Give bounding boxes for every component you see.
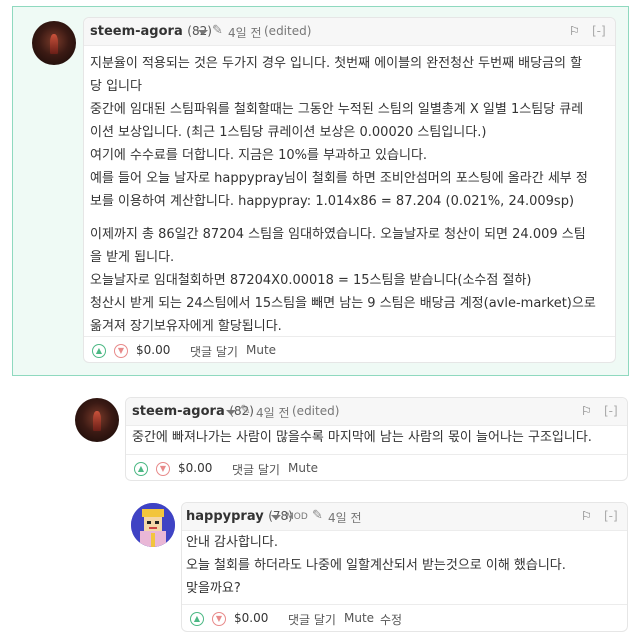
avatar[interactable] [131, 503, 175, 547]
author-name[interactable]: steem-agora (82) [90, 24, 212, 39]
comment-line: 중간에 임대된 스팀파워를 철회할때는 그동안 누적된 스팀의 일별총계 X 일… [90, 102, 584, 117]
reply-button[interactable]: 댓글 달기 [288, 611, 336, 628]
comment-line: 옮겨져 장기보유자에게 할당됩니다. [90, 319, 282, 334]
highlighted-comment-thread: steem-agora (82) ✎ 4일 전 (edited) ⚐ [-] 지… [12, 6, 629, 376]
downvote-icon[interactable]: ▼ [156, 462, 170, 476]
chevron-down-icon[interactable] [271, 515, 281, 520]
avatar[interactable] [75, 398, 119, 442]
comment-footer: ▲ ▼ $0.00 댓글 달기 Mute [126, 454, 627, 482]
comment-card: steem-agora (82) ✎ 4일 전 (edited) ⚐ [-] 지… [83, 17, 616, 363]
upvote-icon[interactable]: ▲ [134, 462, 148, 476]
mod-badge: MOD [286, 512, 308, 522]
collapse-button[interactable]: [-] [604, 509, 618, 523]
chevron-down-icon[interactable] [198, 30, 208, 35]
mute-button[interactable]: Mute [246, 343, 276, 357]
collapse-button[interactable]: [-] [604, 404, 618, 418]
comment-card: happypray (78) MOD ✎ 4일 전 ⚐ [-] 안내 감사합니다… [181, 502, 628, 632]
collapse-button[interactable]: [-] [592, 24, 606, 38]
reply-button[interactable]: 댓글 달기 [190, 343, 238, 360]
edited-label: (edited) [292, 404, 340, 418]
comment-line: 안내 감사합니다. [186, 535, 278, 550]
upvote-icon[interactable]: ▲ [190, 612, 204, 626]
edited-label: (edited) [264, 24, 312, 38]
upvote-icon[interactable]: ▲ [92, 344, 106, 358]
timestamp[interactable]: 4일 전 [328, 509, 362, 526]
avatar[interactable] [32, 21, 76, 65]
chevron-down-icon[interactable] [226, 410, 236, 415]
comment-body: 중간에 빠져나가는 사람이 많을수록 마지막에 남는 사람의 몫이 늘어나는 구… [132, 426, 627, 449]
payout-value[interactable]: $0.00 [178, 461, 212, 475]
comment-header: happypray (78) MOD ✎ 4일 전 ⚐ [-] [182, 503, 627, 531]
comment-line: 오늘날자로 임대철회하면 87204X0.00018 = 15스팀을 받습니다(… [90, 273, 532, 288]
comment-footer: ▲ ▼ $0.00 댓글 달기 Mute [84, 336, 615, 364]
comment-header: steem-agora (82) ✎ 4일 전 (edited) ⚐ [-] [84, 18, 615, 46]
flag-icon[interactable]: ⚐ [569, 24, 580, 38]
comment-line: 맞을까요? [186, 581, 241, 596]
flag-icon[interactable]: ⚐ [581, 509, 592, 523]
timestamp[interactable]: 4일 전 [256, 404, 290, 421]
pencil-icon: ✎ [240, 403, 251, 418]
comment-line: 오늘 철회를 하더라도 나중에 일할계산되서 받는것으로 이해 했습니다. [186, 558, 566, 573]
comment-line: 지분율이 적용되는 것은 두가지 경우 입니다. 첫번째 에이블의 완전청산 두… [90, 56, 583, 71]
comment-header: steem-agora (82) ✎ 4일 전 (edited) ⚐ [-] [126, 398, 627, 426]
downvote-icon[interactable]: ▼ [212, 612, 226, 626]
comment-footer: ▲ ▼ $0.00 댓글 달기 Mute 수정 [182, 604, 627, 632]
pixel-avatar-icon [131, 503, 175, 547]
comment-card: steem-agora (82) ✎ 4일 전 (edited) ⚐ [-] 중… [125, 397, 628, 481]
payout-value[interactable]: $0.00 [234, 611, 268, 625]
comment-line: 당 입니다 [90, 79, 142, 94]
comment-line: 이제까지 총 86일간 87204 스팀을 임대하였습니다. 오늘날자로 청산이… [90, 227, 586, 242]
mute-button[interactable]: Mute [344, 611, 374, 625]
reply-button[interactable]: 댓글 달기 [232, 461, 280, 478]
comment-line: 청산시 받게 되는 24스팀에서 15스팀을 빼면 남는 9 스팀은 배당금 계… [90, 296, 596, 311]
comment-body: 안내 감사합니다. 오늘 철회를 하더라도 나중에 일할계산되서 받는것으로 이… [186, 531, 625, 600]
comment-body: 지분율이 적용되는 것은 두가지 경우 입니다. 첫번째 에이블의 완전청산 두… [90, 52, 615, 338]
comment-line: 이션 보상입니다. (최근 1스팀당 큐레이션 보상은 0.00020 스팀입니… [90, 125, 487, 140]
comment-line: 을 받게 됩니다. [90, 250, 175, 265]
comment-line: 보를 이용하여 계산합니다. happypray: 1.014x86 = 87.… [90, 194, 575, 209]
pencil-icon: ✎ [212, 23, 223, 38]
comment-line: 예를 들어 오늘 날자로 happypray님이 철회를 하면 조비안섬머의 포… [90, 171, 588, 186]
pencil-icon: ✎ [312, 508, 323, 523]
comment-line: 중간에 빠져나가는 사람이 많을수록 마지막에 남는 사람의 몫이 늘어나는 구… [132, 430, 592, 445]
comment-line: 여기에 수수료를 더합니다. 지금은 10%를 부과하고 있습니다. [90, 148, 428, 163]
payout-value[interactable]: $0.00 [136, 343, 170, 357]
edit-button[interactable]: 수정 [380, 611, 402, 628]
mute-button[interactable]: Mute [288, 461, 318, 475]
timestamp[interactable]: 4일 전 [228, 24, 262, 41]
flag-icon[interactable]: ⚐ [581, 404, 592, 418]
downvote-icon[interactable]: ▼ [114, 344, 128, 358]
